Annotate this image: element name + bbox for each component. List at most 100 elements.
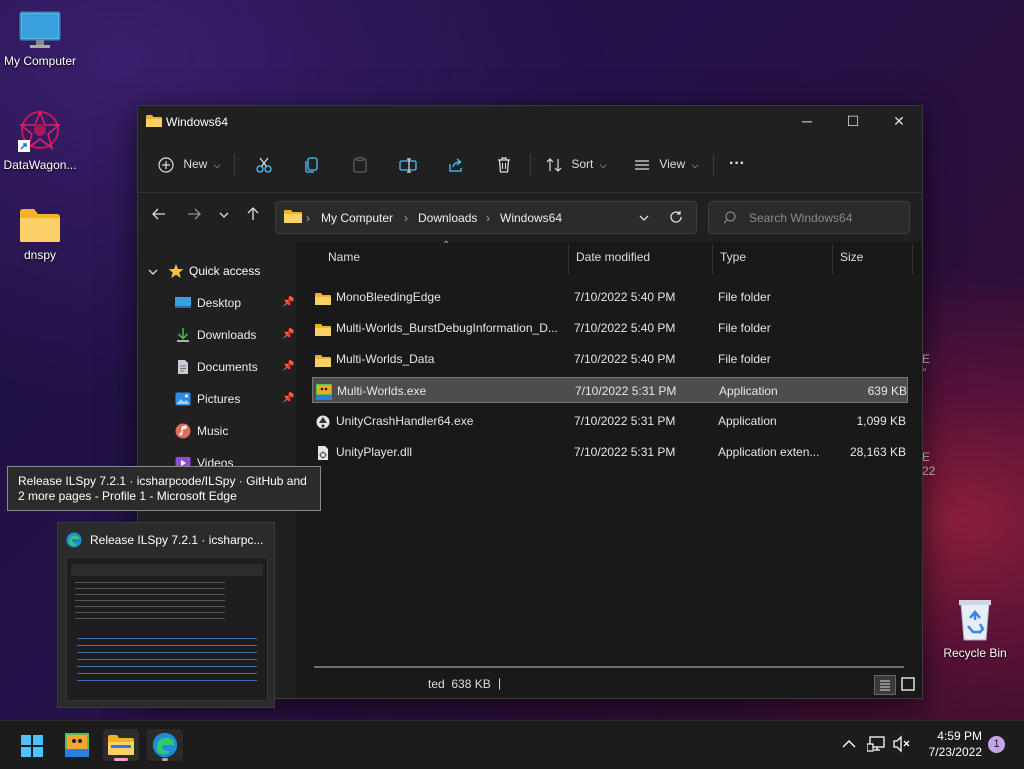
pin-icon: 📌 — [282, 393, 295, 404]
column-separator[interactable] — [912, 244, 913, 274]
file-row[interactable]: Multi-Worlds_BurstDebugInformation_D... 7… — [312, 315, 908, 341]
breadcrumb-windows64[interactable]: Windows64 — [500, 211, 562, 225]
view-button[interactable]: View ⌵ — [634, 151, 698, 177]
file-type: Application — [719, 384, 778, 398]
taskbar-app-file-explorer[interactable] — [103, 729, 139, 761]
desktop-icon-label: Recycle Bin — [943, 646, 1007, 660]
desktop-icon-recycle-bin[interactable]: Recycle Bin — [935, 596, 1015, 660]
minimize-button[interactable]: ─ — [784, 106, 830, 136]
column-date-modified[interactable]: Date modified — [576, 250, 650, 264]
notification-badge[interactable]: 1 — [988, 736, 1005, 753]
horizontal-scrollbar[interactable] — [314, 666, 904, 668]
taskbar-tooltip: Release ILSpy 7.2.1 · icsharpcode/ILSpy … — [7, 466, 321, 511]
chevron-down-icon[interactable] — [638, 212, 650, 224]
folder-icon — [315, 351, 331, 377]
share-icon — [449, 158, 462, 172]
app-icon — [316, 383, 332, 409]
rename-button[interactable] — [399, 151, 417, 177]
quick-access-item[interactable]: Quick access — [146, 260, 296, 282]
new-label: New — [183, 157, 208, 171]
column-separator[interactable] — [712, 244, 713, 274]
notification-count: 1 — [993, 738, 1000, 750]
cut-button[interactable] — [255, 151, 273, 177]
address-bar[interactable]: › My Computer › Downloads › Windows64 — [275, 201, 697, 234]
title-bar[interactable]: Windows64 ─ ☐ ✕ — [138, 106, 922, 136]
column-header-row: ⌃ Name Date modified Type Size — [296, 240, 922, 276]
delete-button[interactable] — [495, 151, 513, 177]
maximize-button[interactable]: ☐ — [830, 106, 876, 136]
windows-logo-icon — [21, 735, 43, 757]
share-button[interactable] — [447, 151, 465, 177]
file-date-modified: 7/10/2022 5:40 PM — [574, 290, 676, 304]
clock[interactable]: 4:59 PM 7/23/2022 — [918, 728, 982, 760]
recent-locations-button[interactable] — [213, 207, 235, 227]
datawagon-icon — [18, 109, 62, 152]
search-input[interactable]: Search Windows64 — [708, 201, 910, 234]
file-type: Application exten... — [718, 445, 820, 459]
chevron-down-icon: ⌵ — [213, 160, 221, 170]
monitor-icon — [19, 11, 61, 48]
show-hidden-icons-button[interactable] — [840, 735, 860, 755]
close-button[interactable]: ✕ — [876, 106, 922, 136]
folder-icon — [20, 209, 60, 242]
file-name: Multi-Worlds.exe — [337, 384, 427, 398]
background-glimpse: E 22 — [922, 450, 936, 478]
taskbar-app-multi-worlds[interactable] — [59, 729, 95, 761]
desktop-icon-datawagon[interactable]: DataWagon... — [0, 108, 80, 172]
unity-icon — [315, 413, 331, 439]
column-name[interactable]: Name — [328, 250, 360, 264]
up-button[interactable] — [242, 207, 264, 227]
folder-icon — [315, 320, 331, 346]
breadcrumb-my-computer[interactable]: My Computer — [321, 211, 393, 225]
file-row[interactable]: Multi-Worlds_Data 7/10/2022 5:40 PM File f… — [312, 346, 908, 372]
forward-button[interactable] — [183, 207, 205, 227]
start-button[interactable] — [14, 729, 50, 761]
rename-icon — [399, 158, 417, 173]
background-glimpse: E " — [922, 352, 931, 380]
pin-icon: 📌 — [282, 329, 295, 340]
toolbar-separator — [530, 154, 531, 176]
desktop-icon-dnspy[interactable]: dnspy — [0, 206, 80, 262]
edge-icon — [66, 532, 82, 548]
search-icon — [723, 211, 736, 224]
column-size[interactable]: Size — [840, 250, 863, 264]
copy-button[interactable] — [303, 151, 321, 177]
toolbar-separator — [234, 154, 235, 176]
column-separator[interactable] — [568, 244, 569, 274]
breadcrumb-downloads[interactable]: Downloads — [418, 211, 477, 225]
paste-button[interactable] — [351, 151, 369, 177]
trash-icon — [498, 157, 510, 173]
taskbar-thumbnail-preview[interactable]: Release ILSpy 7.2.1 · icsharpc... — [57, 522, 275, 708]
sort-button[interactable]: Sort ⌵ — [546, 151, 607, 177]
file-row[interactable]: Multi-Worlds.exe 7/10/2022 5:31 PM Applica… — [312, 377, 908, 403]
preview-lines — [75, 582, 225, 622]
file-row[interactable]: UnityCrashHandler64.exe 7/10/2022 5:31 PM… — [312, 408, 908, 434]
preview-table — [77, 638, 257, 686]
column-type[interactable]: Type — [720, 250, 746, 264]
file-date-modified: 7/10/2022 5:40 PM — [574, 352, 676, 366]
clock-time: 4:59 PM — [937, 729, 982, 743]
window-title: Windows64 — [166, 115, 229, 129]
refresh-icon[interactable] — [669, 210, 683, 224]
folder-icon — [315, 289, 331, 315]
chevron-down-icon[interactable] — [148, 267, 158, 277]
taskbar-app-edge[interactable] — [147, 729, 183, 761]
more-options-button[interactable]: ··· — [729, 151, 745, 177]
file-name: Multi-Worlds_Data — [336, 352, 435, 366]
desktop-icon-my-computer[interactable]: My Computer — [0, 10, 80, 68]
file-row[interactable]: UnityPlayer.dll 7/10/2022 5:31 PM Applicat… — [312, 439, 908, 465]
details-view-button[interactable] — [874, 675, 896, 695]
volume-button[interactable] — [892, 735, 912, 755]
tiles-view-button[interactable] — [898, 675, 918, 693]
back-button[interactable] — [148, 207, 170, 227]
maximize-icon: ☐ — [846, 113, 860, 129]
desktop-icon-label: My Computer — [3, 54, 77, 68]
new-button[interactable]: New ⌵ — [158, 151, 221, 177]
network-button[interactable] — [866, 735, 887, 755]
plus-circle-icon — [158, 157, 174, 173]
file-size: 28,163 KB — [849, 445, 906, 459]
file-row[interactable]: MonoBleedingEdge 7/10/2022 5:40 PM File fo… — [312, 284, 908, 310]
column-separator[interactable] — [832, 244, 833, 274]
file-type: Application — [718, 414, 777, 428]
file-list: ⌃ Name Date modified Type Size MonoBleed… — [296, 240, 922, 698]
